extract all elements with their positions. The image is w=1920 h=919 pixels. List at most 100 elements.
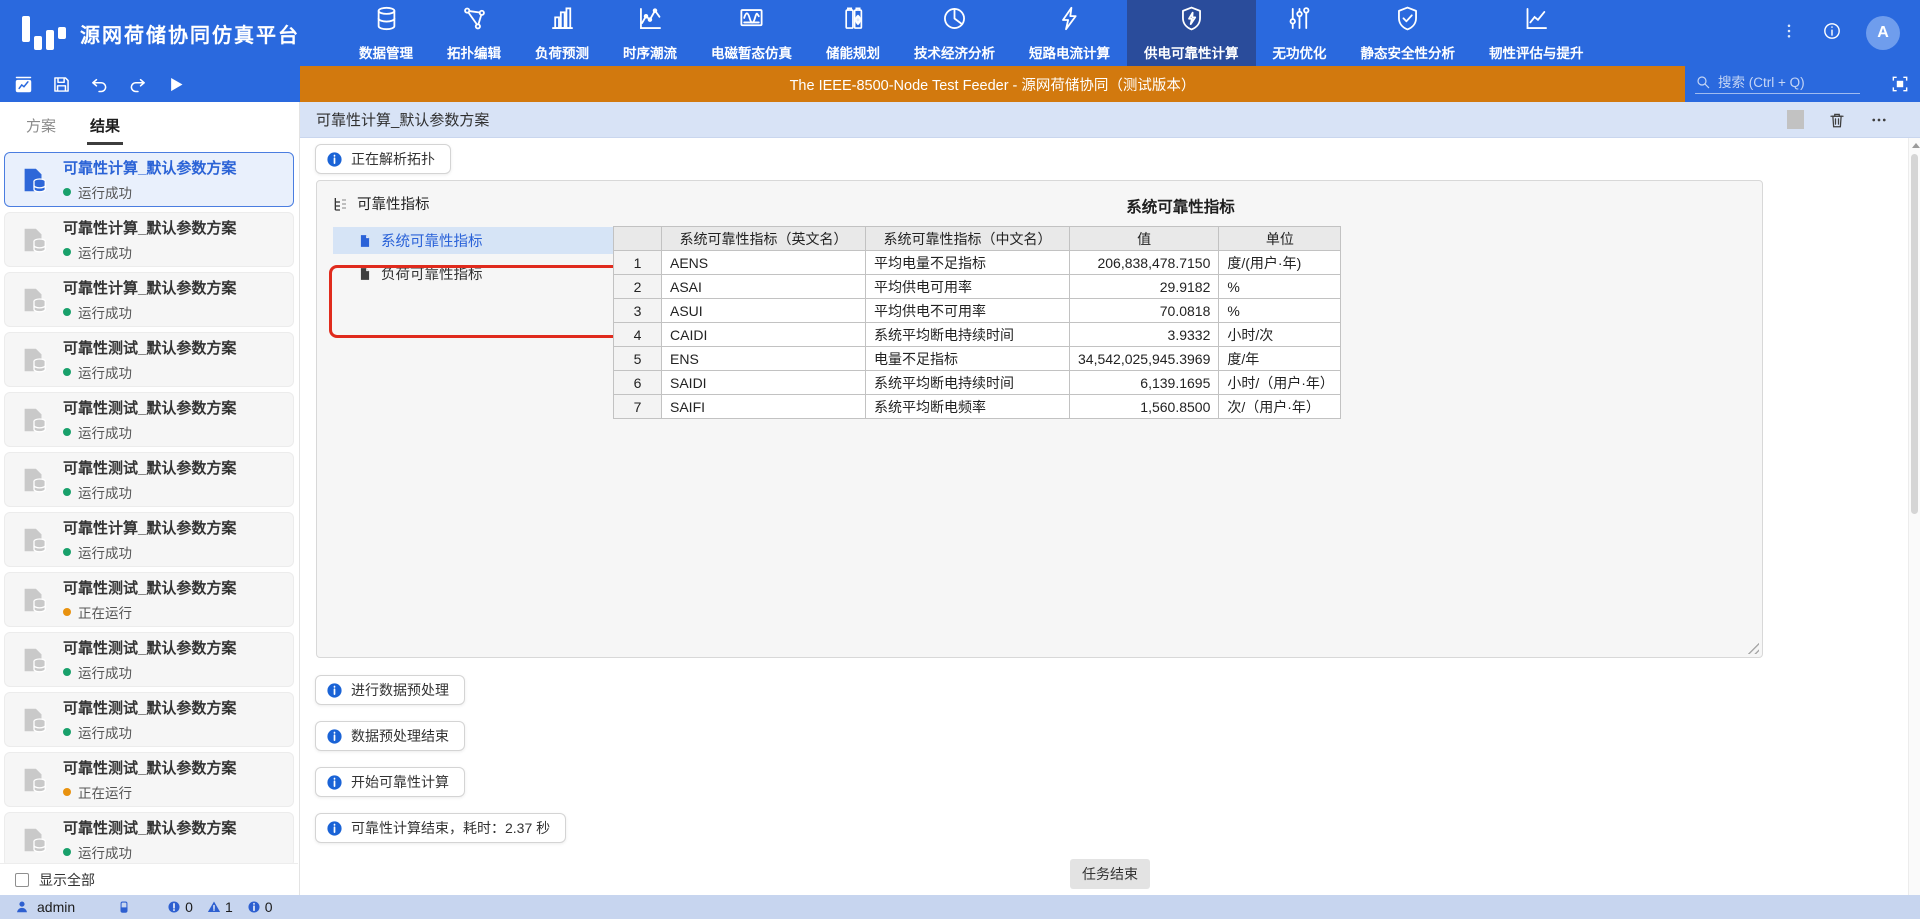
fullscreen-icon[interactable]	[1890, 74, 1910, 94]
scrollbar-up-arrow[interactable]	[1912, 143, 1920, 148]
result-item-text: 可靠性计算_默认参数方案 运行成功	[63, 217, 236, 262]
result-item-title: 可靠性计算_默认参数方案	[63, 517, 236, 538]
status-dot	[63, 428, 71, 436]
log-chip: 正在解析拓扑	[315, 144, 451, 174]
info-circle-icon	[326, 151, 343, 168]
content-scrollbar[interactable]	[1908, 138, 1920, 895]
result-item-text: 可靠性计算_默认参数方案 运行成功	[63, 517, 236, 562]
nav-menu-item[interactable]: 短路电流计算	[1012, 0, 1127, 66]
result-list-item[interactable]: 可靠性测试_默认参数方案 运行成功	[4, 632, 294, 687]
result-list-item[interactable]: 可靠性测试_默认参数方案 运行成功	[4, 392, 294, 447]
scheme-result-icon	[5, 705, 63, 735]
warning-icon	[207, 900, 221, 914]
cell-unit: 次/（用户·年）	[1219, 395, 1341, 419]
nav-menu-item[interactable]: 静态安全性分析	[1344, 0, 1473, 66]
redo-icon[interactable]	[127, 74, 148, 95]
result-item-status: 运行成功	[63, 662, 236, 682]
scrollbar-thumb[interactable]	[1911, 154, 1918, 514]
status-dot	[63, 188, 71, 196]
panel-resize-handle[interactable]	[1747, 642, 1759, 654]
cell-indicator-cn: 系统平均断电持续时间	[866, 371, 1070, 395]
nav-menu-item[interactable]: 供电可靠性计算	[1127, 0, 1256, 66]
nav-menu-item[interactable]: 储能规划	[809, 0, 897, 66]
tab-schemes[interactable]: 方案	[26, 115, 56, 136]
table-row: 3 ASUI 平均供电不可用率 70.0818 %	[614, 299, 1341, 323]
cell-indicator-en: SAIDI	[662, 371, 866, 395]
log-chip: 开始可靠性计算	[315, 767, 465, 797]
cell-unit: %	[1219, 299, 1341, 323]
user-avatar[interactable]: A	[1866, 16, 1900, 50]
tree-item[interactable]: 负荷可靠性指标	[333, 260, 615, 287]
scheme-result-icon	[5, 285, 63, 315]
user-status: admin	[15, 899, 75, 915]
cell-unit: %	[1219, 275, 1341, 299]
col-header-en: 系统可靠性指标（英文名）	[662, 227, 866, 251]
stop-button[interactable]	[1787, 110, 1804, 129]
tab-results[interactable]: 结果	[90, 115, 120, 136]
cell-value: 70.0818	[1070, 299, 1219, 323]
top-navbar: 源网荷储协同仿真平台 数据管理 拓扑编辑 负荷预测 时序潮流 电磁暂态仿真	[0, 0, 1920, 66]
tree-item[interactable]: 系统可靠性指标	[333, 227, 615, 254]
info-circle-icon	[326, 682, 343, 699]
nav-item-label: 储能规划	[826, 42, 880, 62]
cell-index: 2	[614, 275, 662, 299]
save-icon[interactable]	[51, 74, 72, 95]
nav-item-label: 韧性评估与提升	[1489, 42, 1584, 62]
cell-indicator-en: AENS	[662, 251, 866, 275]
result-list-item[interactable]: 可靠性测试_默认参数方案 运行成功	[4, 692, 294, 747]
result-item-title: 可靠性计算_默认参数方案	[63, 217, 236, 238]
ellipsis-menu-icon[interactable]	[1870, 111, 1888, 129]
result-item-title: 可靠性测试_默认参数方案	[63, 337, 236, 358]
project-title-bar: The IEEE-8500-Node Test Feeder - 源网荷储协同（…	[300, 66, 1685, 102]
undo-icon[interactable]	[89, 74, 110, 95]
shield-lightning-icon	[1178, 5, 1205, 37]
result-item-title: 可靠性测试_默认参数方案	[63, 637, 236, 658]
warning-counter: 1	[207, 899, 233, 915]
result-list-item[interactable]: 可靠性计算_默认参数方案 运行成功	[4, 272, 294, 327]
result-list-item[interactable]: 可靠性计算_默认参数方案 运行成功	[4, 152, 294, 207]
show-all-checkbox[interactable]	[15, 873, 29, 887]
trend-icon	[1523, 5, 1550, 37]
cell-indicator-cn: 平均供电不可用率	[866, 299, 1070, 323]
scheme-result-icon	[5, 345, 63, 375]
result-item-status: 运行成功	[63, 182, 236, 202]
nav-menu-item[interactable]: 电磁暂态仿真	[694, 0, 809, 66]
result-list-item[interactable]: 可靠性测试_默认参数方案 正在运行	[4, 572, 294, 627]
nav-menu-item[interactable]: 技术经济分析	[897, 0, 1012, 66]
result-list-item[interactable]: 可靠性测试_默认参数方案 正在运行	[4, 752, 294, 807]
result-list-item[interactable]: 可靠性测试_默认参数方案 运行成功	[4, 452, 294, 507]
storage-icon	[117, 900, 131, 914]
nav-menu-item[interactable]: 数据管理	[342, 0, 430, 66]
run-play-icon[interactable]	[165, 74, 186, 95]
result-list-item[interactable]: 可靠性计算_默认参数方案 运行成功	[4, 212, 294, 267]
delete-trash-icon[interactable]	[1828, 111, 1846, 129]
result-list-item[interactable]: 可靠性测试_默认参数方案 运行成功	[4, 812, 294, 863]
nav-menu-item[interactable]: 韧性评估与提升	[1472, 0, 1601, 66]
result-item-title: 可靠性计算_默认参数方案	[63, 277, 236, 298]
cell-index: 5	[614, 347, 662, 371]
result-item-text: 可靠性测试_默认参数方案 运行成功	[63, 457, 236, 502]
show-all-row: 显示全部	[0, 863, 298, 895]
document-icon	[358, 267, 372, 281]
indicator-table-area: 系统可靠性指标 系统可靠性指标（英文名） 系统可靠性指标（中文名） 值 单位	[613, 195, 1748, 419]
nav-item-label: 技术经济分析	[914, 42, 995, 62]
cell-value: 6,139.1695	[1070, 371, 1219, 395]
info-icon[interactable]	[1822, 21, 1842, 46]
nav-menu-item[interactable]: 拓扑编辑	[430, 0, 518, 66]
more-menu-icon[interactable]	[1780, 22, 1798, 45]
search-input[interactable]	[1718, 75, 1860, 90]
col-header-index	[614, 227, 662, 251]
workspace-icon[interactable]	[13, 74, 34, 95]
status-dot	[63, 488, 71, 496]
nav-menu-item[interactable]: 无功优化	[1256, 0, 1344, 66]
sidebar-tabs: 方案 结果	[0, 102, 299, 148]
info-count: 0	[265, 899, 273, 915]
result-list-item[interactable]: 可靠性计算_默认参数方案 运行成功	[4, 512, 294, 567]
result-list-item[interactable]: 可靠性测试_默认参数方案 运行成功	[4, 332, 294, 387]
log-chip-text: 正在解析拓扑	[351, 149, 435, 169]
results-sidebar: 方案 结果 可靠性计算_默认参数方案 运行成功 可靠性计算_默认参数	[0, 102, 300, 895]
scheme-result-icon	[5, 225, 63, 255]
nav-menu-item[interactable]: 负荷预测	[518, 0, 606, 66]
nav-menu-item[interactable]: 时序潮流	[606, 0, 694, 66]
scheme-result-icon	[5, 585, 63, 615]
